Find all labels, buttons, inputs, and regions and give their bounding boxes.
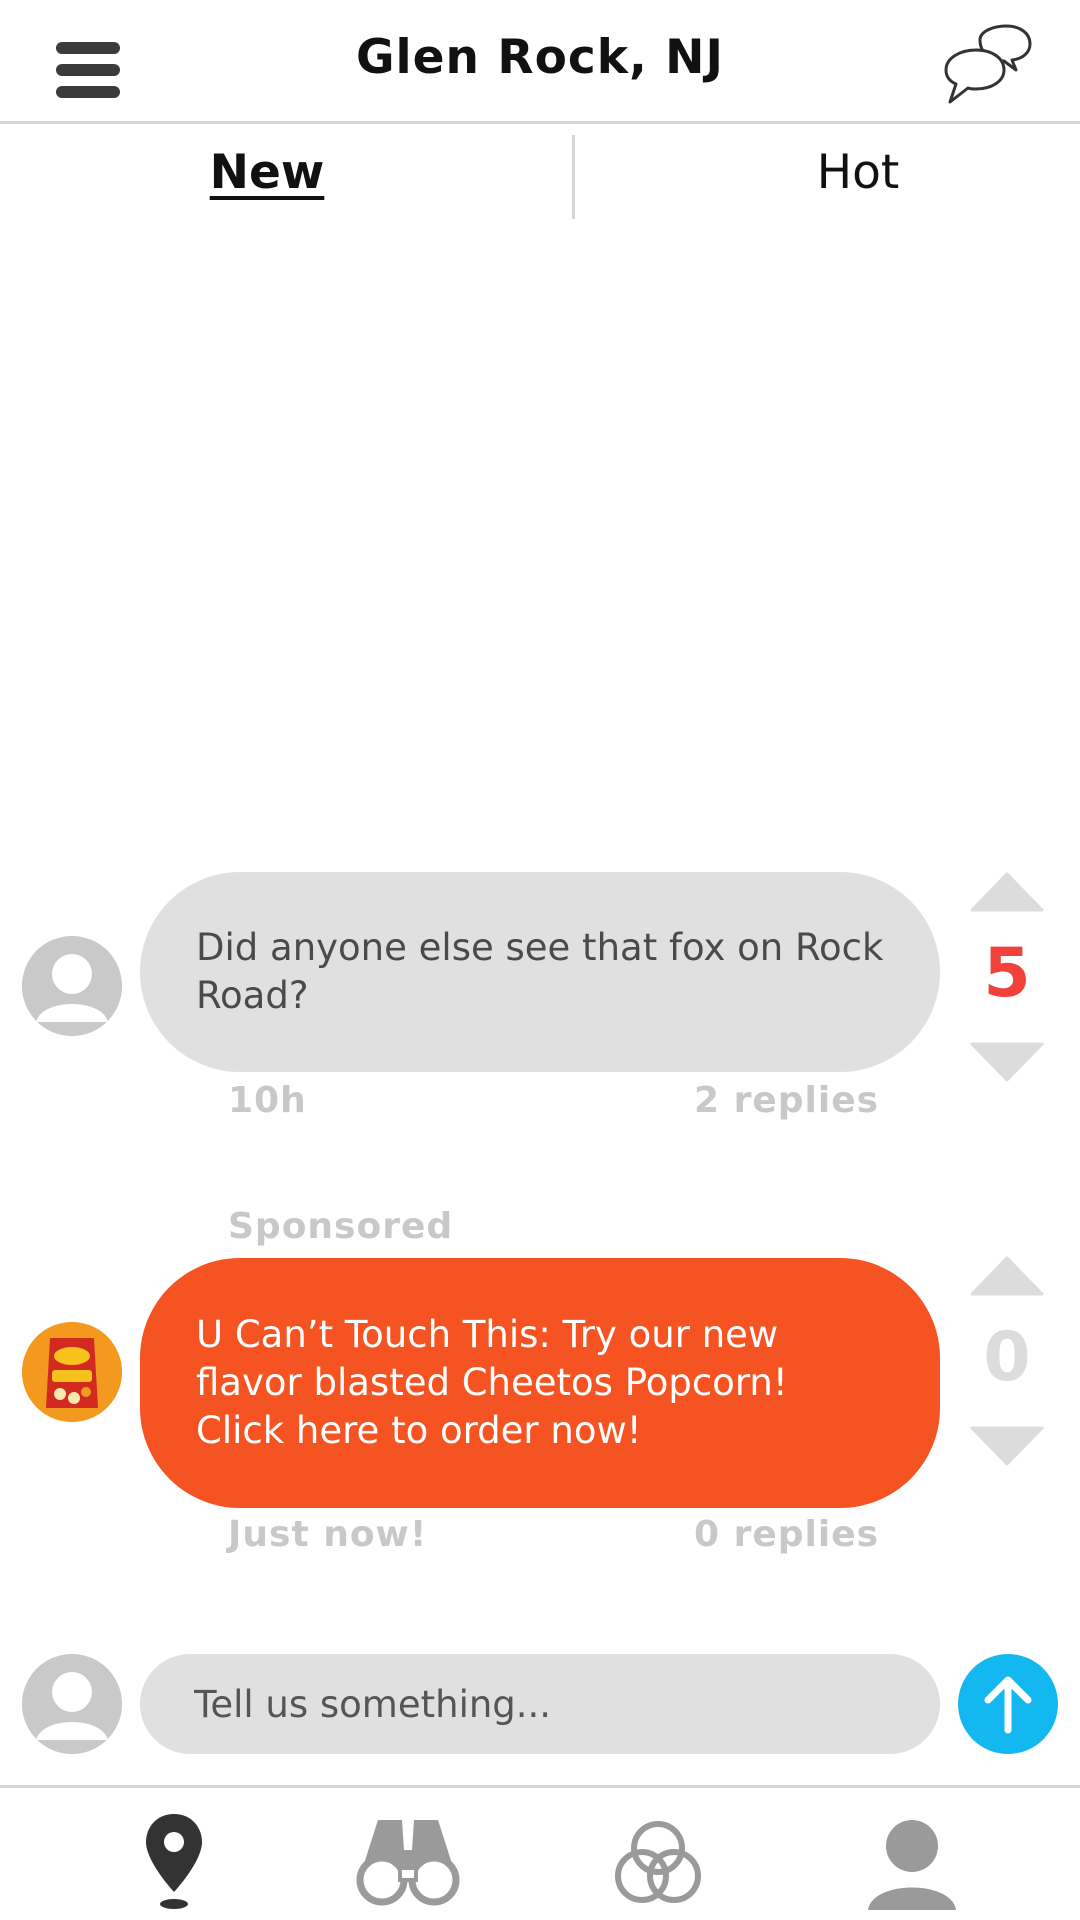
- downvote-arrow-icon[interactable]: [970, 1426, 1044, 1466]
- cheetos-popcorn-avatar: [22, 1322, 122, 1422]
- sponsored-post-text: U Can’t Touch This: Try our new flavor b…: [196, 1313, 788, 1452]
- tab-hot[interactable]: Hot: [574, 145, 1080, 215]
- top-bar: Glen Rock, NJ: [0, 0, 1080, 124]
- default-user-avatar: [22, 936, 122, 1036]
- post-bubble[interactable]: Did anyone else see that fox on Rock Roa…: [140, 872, 940, 1072]
- tab-new[interactable]: New: [0, 145, 534, 215]
- location-pin-icon[interactable]: [114, 1810, 234, 1920]
- page-title: Glen Rock, NJ: [355, 30, 725, 85]
- interlocking-rings-icon[interactable]: [598, 1810, 718, 1920]
- default-user-avatar: [22, 1654, 122, 1754]
- post-time: Just now!: [228, 1514, 428, 1555]
- post-replies[interactable]: 0 replies: [694, 1514, 879, 1555]
- post-replies[interactable]: 2 replies: [694, 1080, 879, 1121]
- bottom-nav: [0, 1785, 1080, 1920]
- binoculars-icon[interactable]: [348, 1810, 468, 1920]
- feed-tabs: New Hot: [0, 127, 1080, 223]
- sponsored-label: Sponsored: [228, 1206, 454, 1247]
- compose-input[interactable]: [140, 1654, 940, 1754]
- profile-icon[interactable]: [852, 1810, 972, 1920]
- sponsored-post-bubble[interactable]: U Can’t Touch This: Try our new flavor b…: [140, 1258, 940, 1508]
- arrow-up-icon: [984, 1676, 1032, 1734]
- post-time: 10h: [228, 1080, 307, 1121]
- downvote-arrow-icon[interactable]: [970, 1042, 1044, 1082]
- upvote-arrow-icon[interactable]: [970, 872, 1044, 912]
- upvote-arrow-icon[interactable]: [970, 1256, 1044, 1296]
- chat-bubbles-icon[interactable]: [940, 24, 1032, 108]
- post-text: Did anyone else see that fox on Rock Roa…: [196, 926, 884, 1017]
- vote-count: 0: [983, 1318, 1031, 1397]
- send-button[interactable]: [958, 1654, 1058, 1754]
- vote-count: 5: [983, 934, 1031, 1013]
